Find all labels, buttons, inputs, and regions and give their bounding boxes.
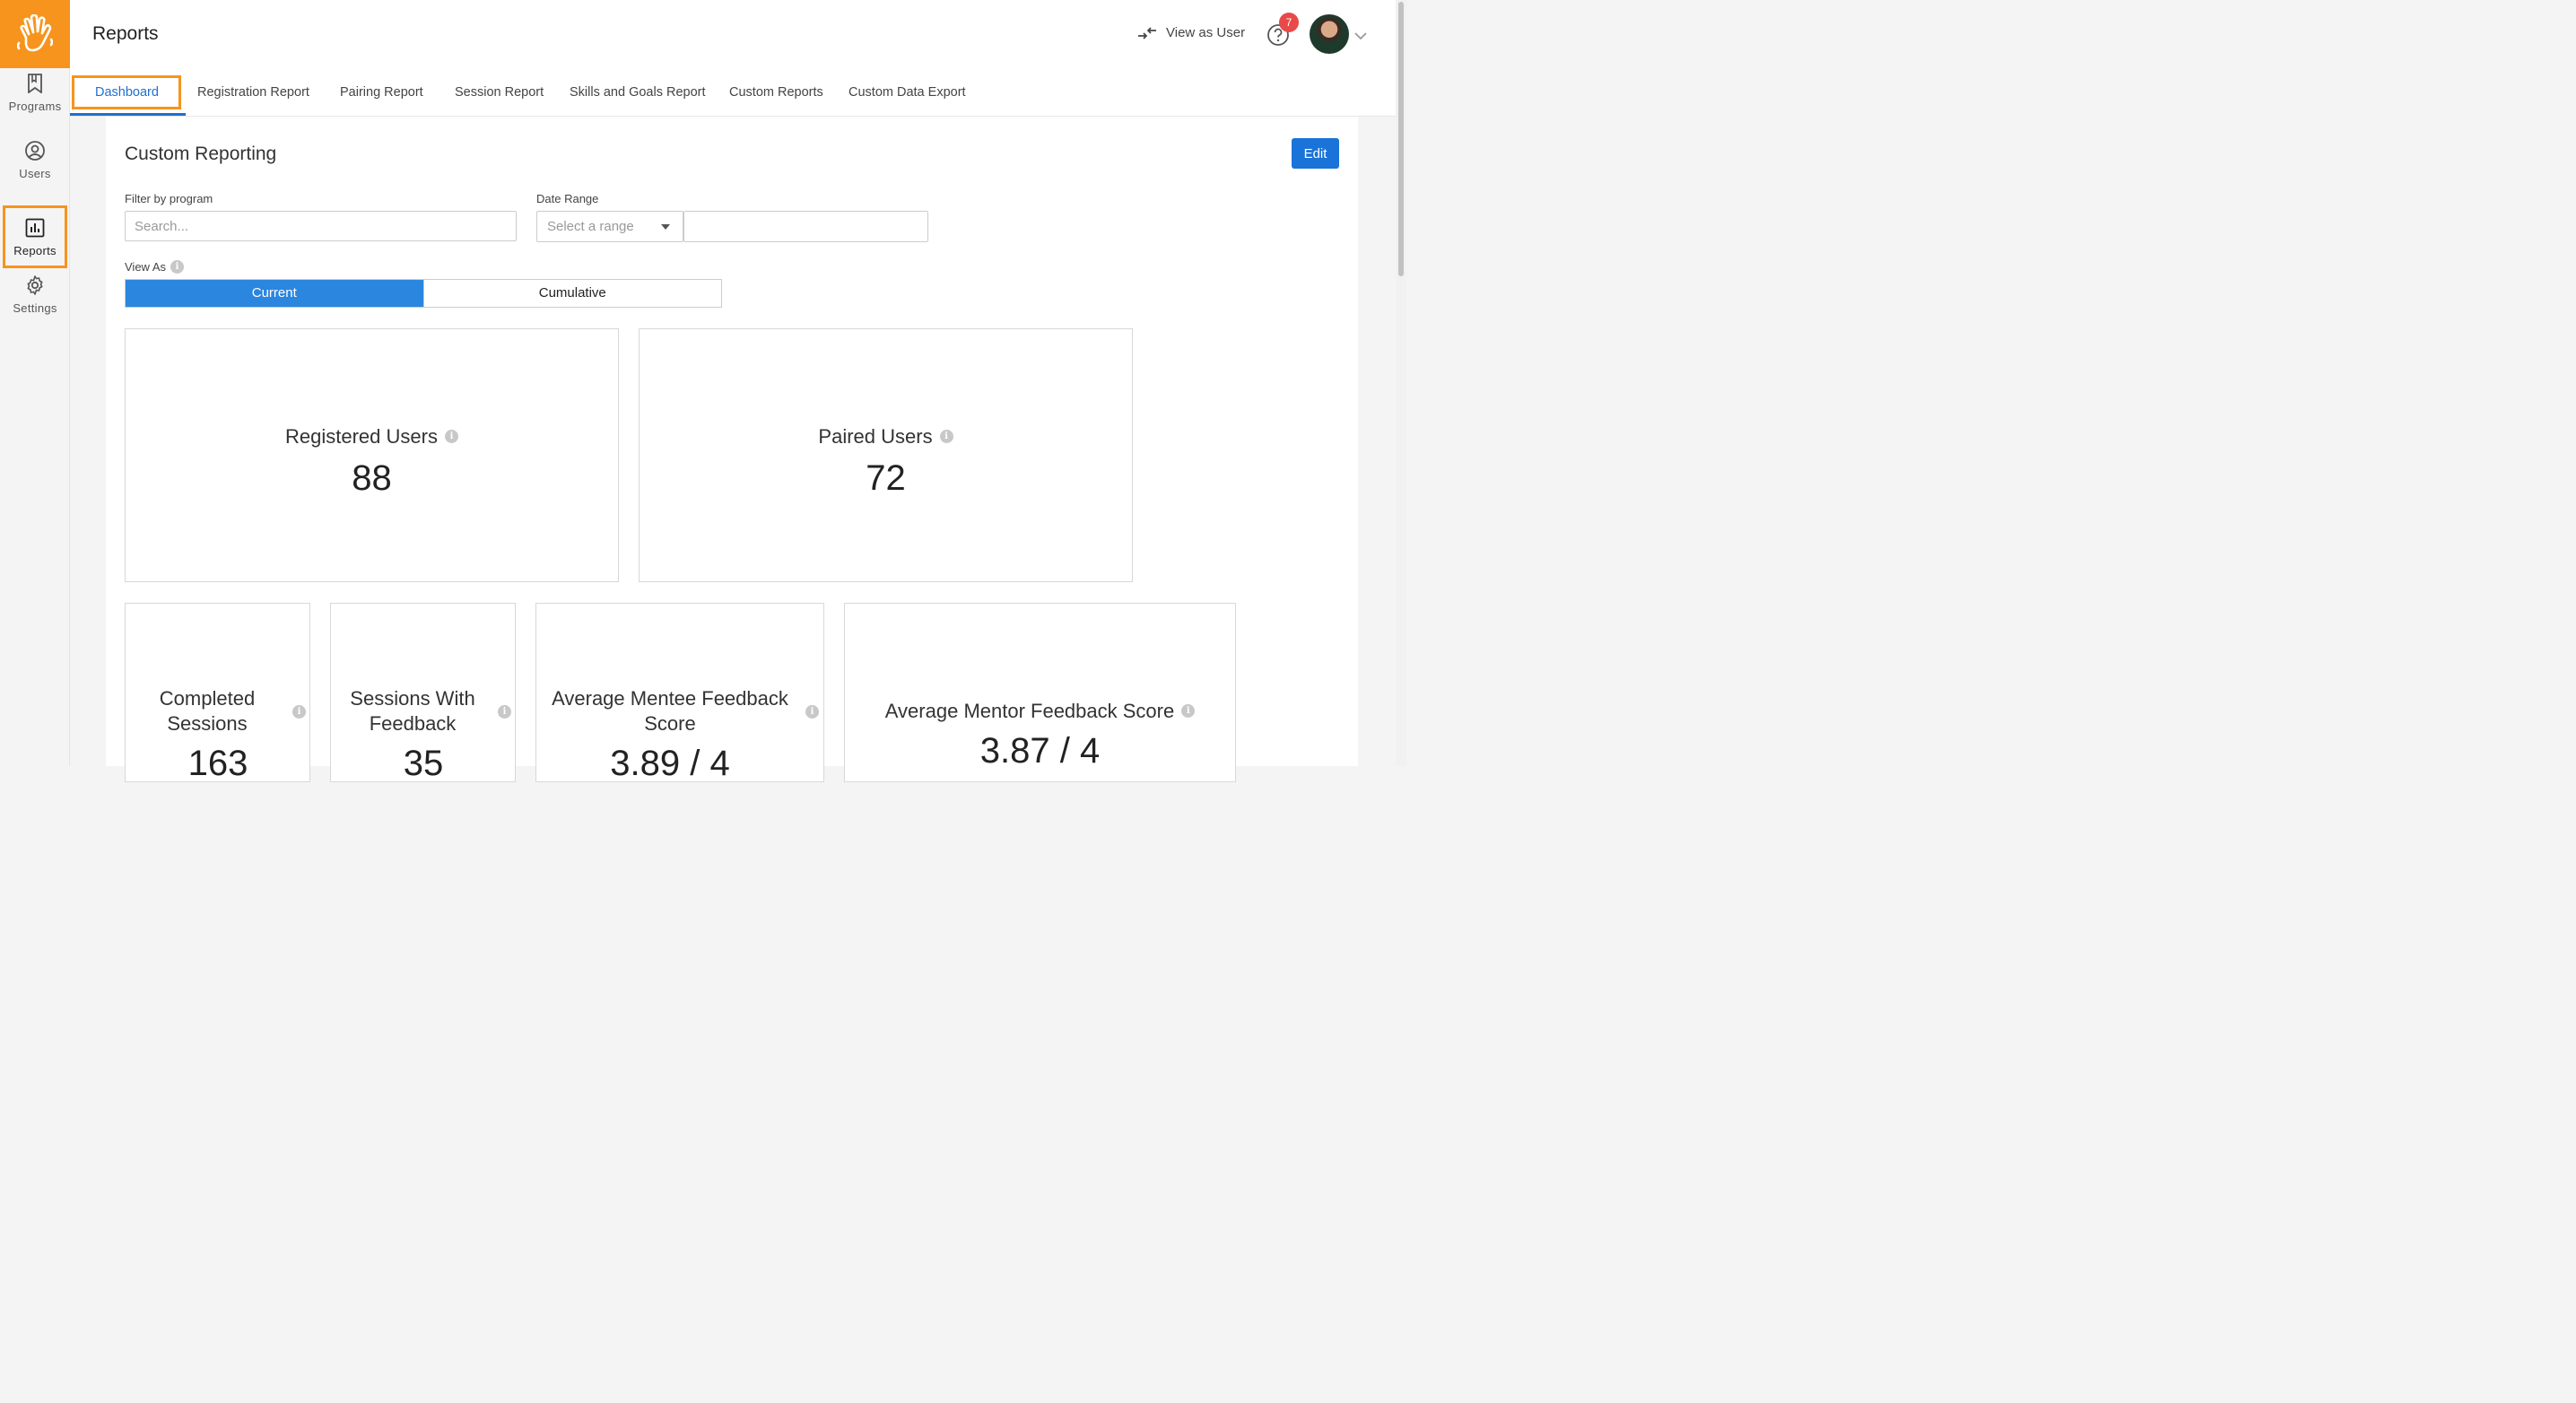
report-tabs: Dashboard Registration Report Pairing Re…	[70, 68, 1396, 117]
main-content: Custom Reporting Edit Filter by program …	[106, 117, 1358, 783]
page-title: Reports	[92, 23, 159, 44]
card-title: Paired Users i	[640, 424, 1132, 449]
date-range-field[interactable]	[683, 211, 928, 242]
card-title: Sessions With Feedback	[331, 686, 494, 736]
view-as-toggle: Current Cumulative	[125, 279, 722, 308]
sidebar-item-label: Settings	[13, 301, 57, 315]
metric-card-avg-mentee-feedback: Average Mentee Feedback Score i 3.89 / 4	[535, 603, 824, 783]
sidebar-item-label: Programs	[8, 99, 62, 113]
sidebar-item-label: Users	[19, 166, 51, 180]
card-value: 72	[866, 458, 906, 498]
metric-card-sessions-with-feedback: Sessions With Feedback i 35	[330, 603, 516, 783]
metric-card-paired-users: Paired Users i 72	[639, 328, 1133, 582]
card-value: 3.87 / 4	[979, 731, 1101, 771]
date-range-placeholder: Select a range	[547, 219, 634, 234]
card-title: Average Mentor Feedback Score i	[845, 699, 1235, 724]
card-title-line: Completed	[159, 687, 256, 710]
info-icon[interactable]: i	[1181, 703, 1196, 718]
tab-custom-reports[interactable]: Custom Reports	[729, 68, 823, 117]
edit-button[interactable]: Edit	[1292, 138, 1339, 169]
info-icon[interactable]: i	[444, 429, 458, 443]
date-range-label: Date Range	[536, 192, 599, 205]
info-icon[interactable]: i	[170, 260, 185, 274]
card-title-text: Average Mentor Feedback Score	[884, 700, 1175, 722]
card-title-line: Feedback	[369, 712, 457, 735]
card-title: Registered Users i	[126, 424, 618, 449]
sidebar-item-reports[interactable]: Reports	[3, 205, 67, 268]
gear-icon	[24, 274, 46, 296]
card-title-text: Paired Users	[818, 425, 933, 448]
card-value: 163	[187, 744, 248, 783]
top-header: Reports View as User 7	[70, 0, 1396, 68]
card-value: 35	[403, 744, 444, 783]
info-icon[interactable]: i	[292, 705, 306, 719]
filter-program-label: Filter by program	[125, 192, 213, 205]
scrollbar-thumb[interactable]	[1398, 2, 1404, 276]
hand-logo-icon	[17, 14, 53, 52]
card-title-line: Score	[644, 712, 696, 735]
card-title-line: Sessions	[167, 712, 248, 735]
avatar[interactable]	[1310, 14, 1349, 54]
vertical-scrollbar[interactable]	[1396, 0, 1406, 766]
metric-card-avg-mentor-feedback: Average Mentor Feedback Score i 3.87 / 4	[844, 603, 1236, 782]
info-icon[interactable]: i	[498, 705, 511, 719]
card-title: Average Mentee Feedback Score	[536, 686, 804, 736]
date-range-select[interactable]: Select a range	[536, 211, 683, 242]
info-icon[interactable]: i	[939, 429, 953, 443]
view-as-label: View As i	[125, 260, 185, 274]
tab-registration-report[interactable]: Registration Report	[197, 68, 309, 117]
sidebar-item-settings[interactable]: Settings	[3, 263, 67, 326]
tab-skills-goals-report[interactable]: Skills and Goals Report	[570, 68, 706, 117]
user-circle-icon	[24, 140, 46, 161]
view-as-user-label: View as User	[1166, 25, 1246, 40]
view-as-user-button[interactable]: View as User	[1137, 25, 1245, 40]
metric-card-completed-sessions: Completed Sessions i 163	[125, 603, 310, 783]
notification-badge: 7	[1279, 13, 1299, 32]
hand-logo[interactable]	[0, 0, 70, 68]
info-icon[interactable]: i	[805, 705, 819, 719]
card-value: 88	[352, 458, 392, 498]
sidebar: Programs Users Reports Settings	[0, 0, 70, 766]
tab-custom-data-export[interactable]: Custom Data Export	[849, 68, 966, 117]
bookmark-icon	[24, 73, 46, 94]
sidebar-item-users[interactable]: Users	[3, 128, 67, 191]
sidebar-item-label: Reports	[13, 243, 57, 257]
chevron-down-icon[interactable]	[1354, 29, 1367, 45]
section-title: Custom Reporting	[125, 144, 277, 164]
tab-dashboard[interactable]: Dashboard	[95, 68, 159, 117]
card-title-line: Average Mentee Feedback	[552, 687, 788, 710]
toggle-cumulative[interactable]: Cumulative	[422, 280, 721, 307]
swap-arrows-icon	[1137, 26, 1157, 39]
caret-down-icon	[661, 224, 670, 230]
bar-chart-icon	[24, 217, 46, 239]
card-title: Completed Sessions	[126, 686, 289, 736]
view-as-text: View As	[125, 260, 167, 274]
tab-session-report[interactable]: Session Report	[455, 68, 544, 117]
card-title-line: Sessions With	[350, 687, 475, 710]
tab-pairing-report[interactable]: Pairing Report	[340, 68, 423, 117]
program-search-input[interactable]	[125, 211, 517, 241]
toggle-current[interactable]: Current	[126, 280, 423, 307]
sidebar-item-programs[interactable]: Programs	[3, 61, 67, 124]
card-title-text: Registered Users	[285, 425, 438, 448]
card-value: 3.89 / 4	[610, 744, 730, 783]
metric-card-registered-users: Registered Users i 88	[125, 328, 619, 582]
